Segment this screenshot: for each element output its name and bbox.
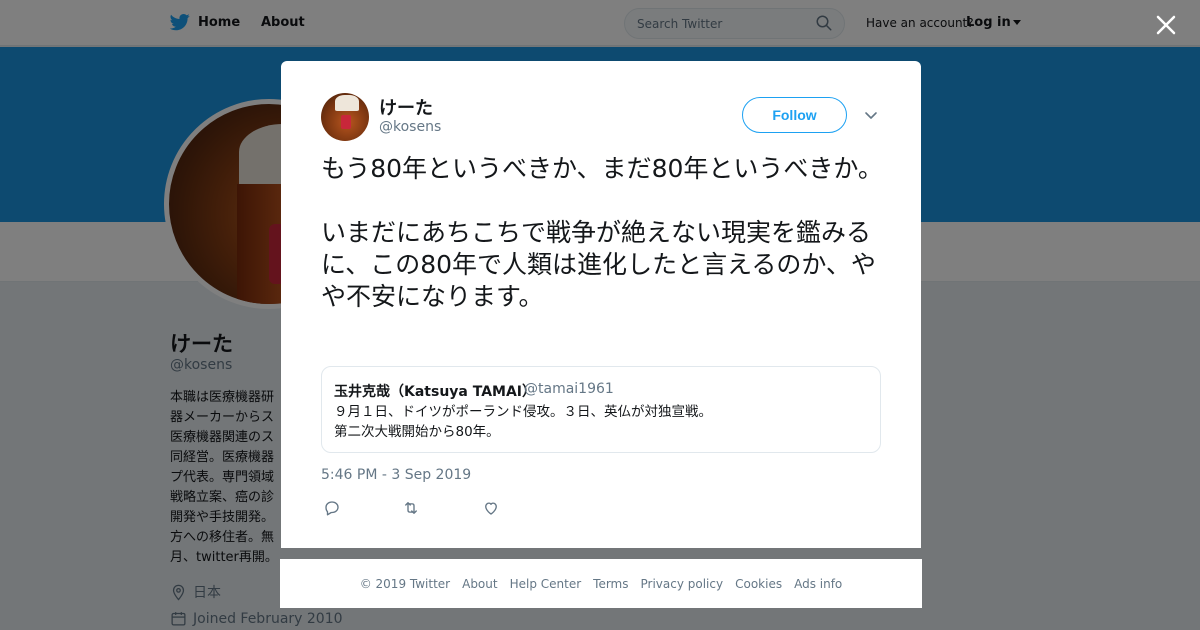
retweet-button[interactable] <box>402 499 424 521</box>
quoted-author-name: 玉井克哉（Katsuya TAMAI） <box>334 384 537 400</box>
like-icon <box>485 502 497 515</box>
footer-link-cookies[interactable]: Cookies <box>735 577 782 591</box>
footer-link-terms[interactable]: Terms <box>593 577 628 591</box>
tweet-timestamp[interactable]: 5:46 PM - 3 Sep 2019 <box>321 467 471 483</box>
tweet-text: もう80年というべきか、まだ80年というべきか。 いまだにあちこちで戦争が絶えな… <box>321 154 883 311</box>
footer-copyright: © 2019 Twitter <box>359 576 451 591</box>
footer-link-about[interactable]: About <box>462 577 497 591</box>
tweet-modal: けーた @kosens Follow もう80年というべきか、まだ80年というべ… <box>281 61 921 548</box>
follow-button[interactable]: Follow <box>742 97 847 133</box>
footer-link-ads-info[interactable]: Ads info <box>794 577 842 591</box>
retweet-icon <box>405 502 417 514</box>
quoted-tweet-text: ９月１日、ドイツがポーランド侵攻。３日、英仏が対独宣戦。 第二次大戦開始から80… <box>334 404 712 440</box>
tweet-author-name[interactable]: けーた <box>379 94 433 120</box>
tweet-author-handle[interactable]: @kosens <box>379 119 441 135</box>
chevron-down-icon[interactable] <box>863 108 879 124</box>
quoted-author-handle: @tamai1961 <box>524 381 614 397</box>
quoted-tweet[interactable]: 玉井克哉（Katsuya TAMAI） @tamai1961 ９月１日、ドイツが… <box>321 366 881 453</box>
modal-footer: © 2019 Twitter About Help Center Terms P… <box>280 559 922 608</box>
tweet-author-avatar[interactable] <box>321 93 369 141</box>
like-button[interactable] <box>482 499 504 521</box>
close-icon[interactable] <box>1153 12 1179 38</box>
reply-icon <box>325 501 339 516</box>
footer-link-help-center[interactable]: Help Center <box>510 577 582 591</box>
footer-link-privacy[interactable]: Privacy policy <box>641 577 724 591</box>
reply-button[interactable] <box>323 499 345 521</box>
